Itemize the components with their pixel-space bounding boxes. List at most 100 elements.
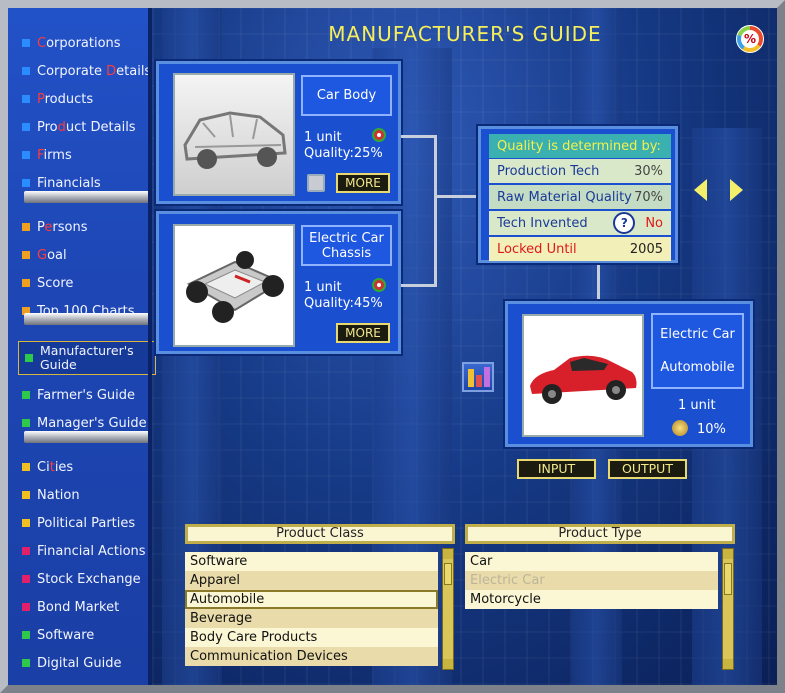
output-car-image (522, 314, 644, 437)
product-type-header: Product Type (465, 524, 735, 544)
sidebar-item-label: Manager's Guide (37, 415, 147, 431)
sidebar-item[interactable]: Corporate Details (8, 59, 152, 83)
bullet-icon (22, 491, 30, 499)
connector-line (434, 135, 437, 287)
sidebar-item[interactable]: Bond Market (8, 595, 152, 619)
sidebar-item-label: Political Parties (37, 515, 136, 531)
product-type-scrollbar[interactable] (722, 548, 734, 670)
sidebar-item-label: Product Details (37, 119, 136, 135)
sidebar-item-label: Corporate Details (37, 63, 152, 79)
quality-row-tech-invented: Tech Invented ? No (489, 211, 671, 235)
sidebar-item-label: Score (37, 275, 74, 291)
sidebar-item-label: Cities (37, 459, 74, 475)
sidebar-separator (24, 313, 152, 325)
sidebar-item-label: Persons (37, 219, 88, 235)
list-item[interactable]: Apparel (185, 571, 438, 590)
quality-row-production-tech: Production Tech 30% (489, 159, 671, 183)
gear-icon (372, 278, 386, 292)
bullet-icon (22, 575, 30, 583)
chassis-more-button[interactable]: MORE (336, 323, 390, 343)
sidebar-item[interactable]: Persons (8, 215, 152, 239)
list-item[interactable]: Automobile (185, 590, 438, 609)
list-item[interactable]: Communication Devices (185, 647, 438, 666)
bullet-icon (22, 67, 30, 75)
arrow-left-icon[interactable] (694, 179, 707, 201)
sidebar-item-label: Financial Actions (37, 543, 146, 559)
car-body-more-button[interactable]: MORE (336, 173, 390, 193)
sidebar-separator (24, 191, 152, 203)
sidebar-item[interactable]: Nation (8, 483, 152, 507)
connector-line (401, 135, 436, 138)
car-body-name-button[interactable]: Car Body (301, 75, 392, 116)
percent-icon[interactable]: % (736, 25, 764, 53)
input-panel-car-body: Car Body 1 unit Quality:25% MORE (154, 59, 403, 206)
output-percent: 10% (697, 422, 726, 437)
car-body-quality: Quality:25% (304, 146, 383, 161)
chassis-units: 1 unit (304, 280, 342, 295)
bullet-icon (22, 519, 30, 527)
sidebar-item[interactable]: Digital Guide (8, 651, 152, 675)
car-body-checkbox[interactable] (307, 174, 325, 192)
quality-row-locked-until: Locked Until 2005 (489, 237, 671, 261)
list-item[interactable]: Software (185, 552, 438, 571)
scroll-thumb[interactable] (444, 563, 452, 585)
gear-icon (372, 128, 386, 142)
scroll-up-icon[interactable] (443, 549, 453, 559)
bullet-icon (22, 39, 30, 47)
sidebar-item[interactable]: Corporations (8, 31, 152, 55)
sidebar-item[interactable]: Score (8, 271, 152, 295)
sidebar-item[interactable]: Product Details (8, 115, 152, 139)
arrow-right-icon[interactable] (730, 179, 743, 201)
list-item[interactable]: Car (465, 552, 718, 571)
sidebar-item[interactable]: Stock Exchange (8, 567, 152, 591)
scroll-thumb[interactable] (724, 563, 732, 595)
output-units: 1 unit (678, 398, 716, 413)
list-item[interactable]: Beverage (185, 609, 438, 628)
sidebar-item[interactable]: Farmer's Guide (8, 383, 152, 407)
sidebar-item-label: Stock Exchange (37, 571, 141, 587)
sidebar-item-label: Corporations (37, 35, 121, 51)
factory-icon[interactable] (462, 362, 494, 392)
bullet-icon (22, 631, 30, 639)
list-item[interactable]: Body Care Products (185, 628, 438, 647)
chassis-name-button[interactable]: Electric Car Chassis (301, 225, 392, 266)
sidebar-item-label: Manufacturer's Guide (40, 343, 134, 372)
help-icon[interactable]: ? (613, 212, 636, 234)
product-type-list[interactable]: Car Electric Car Motorcycle (465, 552, 718, 612)
sidebar-item[interactable]: Political Parties (8, 511, 152, 535)
bullet-icon (22, 547, 30, 555)
output-panel: Electric Car Automobile 1 unit 10% (503, 299, 755, 449)
quality-row-raw-material: Raw Material Quality 70% (489, 185, 671, 209)
sidebar-item[interactable]: Manufacturer's Guide (18, 341, 156, 375)
sidebar-item-label: Nation (37, 487, 80, 503)
sidebar-item[interactable]: Goal (8, 243, 152, 267)
connector-line (434, 195, 478, 198)
bullet-icon (22, 391, 30, 399)
sidebar-item[interactable]: Products (8, 87, 152, 111)
bullet-icon (22, 123, 30, 131)
input-tab-button[interactable]: INPUT (517, 459, 596, 479)
sidebar-item-label: Farmer's Guide (37, 387, 136, 403)
quality-header: Quality is determined by: (489, 134, 671, 158)
sidebar-item[interactable]: Financial Actions (8, 539, 152, 563)
quality-star-icon (672, 420, 688, 436)
bullet-icon (22, 603, 30, 611)
sidebar-separator (24, 431, 152, 443)
sidebar-item[interactable]: Software (8, 623, 152, 647)
sidebar-item[interactable]: Firms (8, 143, 152, 167)
list-item[interactable]: Electric Car (465, 571, 718, 590)
scroll-up-icon[interactable] (723, 549, 733, 559)
sidebar-item[interactable]: Cities (8, 455, 152, 479)
output-product-button[interactable]: Electric Car Automobile (651, 313, 744, 389)
list-item[interactable]: Motorcycle (465, 590, 718, 609)
product-class-list[interactable]: Software Apparel Automobile Beverage Body Ca… (185, 552, 438, 666)
scroll-down-icon[interactable] (443, 659, 453, 669)
sidebar-item-label: Financials (37, 175, 101, 191)
bullet-icon (22, 179, 30, 187)
product-class-scrollbar[interactable] (442, 548, 454, 670)
page-title: MANUFACTURER'S GUIDE (328, 22, 602, 46)
product-class-header: Product Class (185, 524, 455, 544)
sidebar-item-label: Firms (37, 147, 72, 163)
scroll-down-icon[interactable] (723, 659, 733, 669)
output-tab-button[interactable]: OUTPUT (608, 459, 687, 479)
